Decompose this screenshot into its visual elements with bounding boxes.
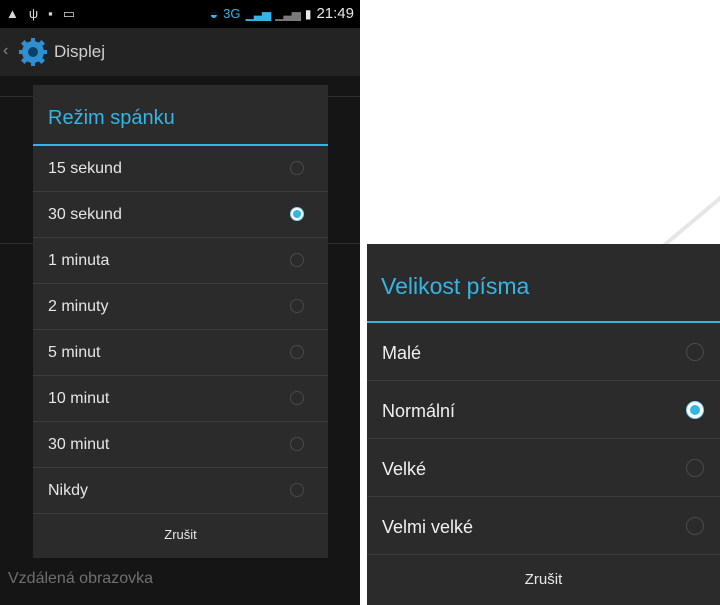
settings-item-remote-display[interactable]: Vzdálená obrazovka	[8, 570, 153, 588]
radio-button[interactable]	[290, 483, 304, 497]
signal-icon: ▁▃▅	[245, 6, 271, 21]
option-30-minutes[interactable]: 30 minut	[33, 422, 328, 468]
action-bar[interactable]: ‹ Displej	[0, 28, 360, 76]
option-label: 30 sekund	[48, 206, 122, 223]
option-30-seconds[interactable]: 30 sekund	[33, 192, 328, 238]
radio-button[interactable]	[290, 345, 304, 359]
status-time: 21:49	[316, 5, 354, 22]
option-label: Normální	[382, 401, 456, 421]
lock-icon: ▪	[48, 6, 53, 21]
option-label: 10 minut	[48, 390, 110, 407]
option-5-minutes[interactable]: 5 minut	[33, 330, 328, 376]
option-label: 30 minut	[48, 436, 110, 453]
cancel-button[interactable]: Zrušit	[367, 554, 720, 605]
cancel-button[interactable]: Zrušit	[33, 512, 328, 558]
option-15-seconds[interactable]: 15 sekund	[33, 146, 328, 192]
radio-button[interactable]	[290, 299, 304, 313]
usb-icon: ψ	[28, 6, 39, 21]
back-caret-icon[interactable]: ‹	[3, 42, 8, 60]
status-system-icons: ◒ 3G ▁▃▅ ▁▃▅ ▮ 21:49	[210, 5, 354, 22]
left-phone-screenshot: ▲ ψ ▪ ▭ ◒ 3G ▁▃▅ ▁▃▅ ▮ 21:49 ‹ Displej V…	[0, 0, 360, 605]
radio-button[interactable]	[290, 391, 304, 405]
option-10-minutes[interactable]: 10 minut	[33, 376, 328, 422]
option-1-minute[interactable]: 1 minuta	[33, 238, 328, 284]
option-label: Malé	[382, 343, 422, 363]
radio-button[interactable]	[290, 437, 304, 451]
radio-button[interactable]	[686, 343, 704, 361]
option-2-minutes[interactable]: 2 minuty	[33, 284, 328, 330]
option-label: 5 minut	[48, 344, 101, 361]
font-size-dialog: Velikost písma Malé Normální Velké Velmi…	[367, 244, 720, 605]
option-very-large[interactable]: Velmi velké	[367, 497, 720, 555]
wifi-icon: ◒	[209, 5, 219, 22]
screenshot-icon: ▭	[62, 6, 76, 21]
status-notification-icons: ▲ ψ ▪ ▭	[6, 6, 75, 22]
option-large[interactable]: Velké	[367, 439, 720, 497]
dialog-title: Režim spánku	[48, 107, 175, 129]
radio-button-selected[interactable]	[686, 401, 704, 419]
radio-button[interactable]	[686, 517, 704, 535]
radio-button[interactable]	[290, 253, 304, 267]
battery-icon: ▮	[304, 6, 312, 21]
option-label: 15 sekund	[48, 160, 122, 177]
radio-button-selected[interactable]	[290, 207, 304, 221]
gear-icon	[19, 38, 47, 66]
radio-button[interactable]	[686, 459, 704, 477]
signal-sim2-icon: ▁▃▅	[275, 6, 301, 21]
option-normal[interactable]: Normální	[367, 381, 720, 439]
option-label: 2 minuty	[48, 298, 109, 315]
sleep-mode-dialog: Režim spánku 15 sekund 30 sekund 1 minut…	[33, 85, 328, 558]
action-bar-title: Displej	[54, 42, 106, 61]
warning-icon: ▲	[6, 6, 19, 21]
network-type: 3G	[223, 6, 241, 21]
option-small[interactable]: Malé	[367, 323, 720, 381]
option-label: 1 minuta	[48, 252, 110, 269]
option-label: Velké	[382, 459, 427, 479]
option-label: Velmi velké	[382, 517, 474, 537]
status-bar: ▲ ψ ▪ ▭ ◒ 3G ▁▃▅ ▁▃▅ ▮ 21:49	[0, 0, 360, 28]
option-label: Nikdy	[48, 482, 89, 499]
dialog-title: Velikost písma	[381, 273, 530, 299]
option-never[interactable]: Nikdy	[33, 468, 328, 514]
radio-button[interactable]	[290, 161, 304, 175]
